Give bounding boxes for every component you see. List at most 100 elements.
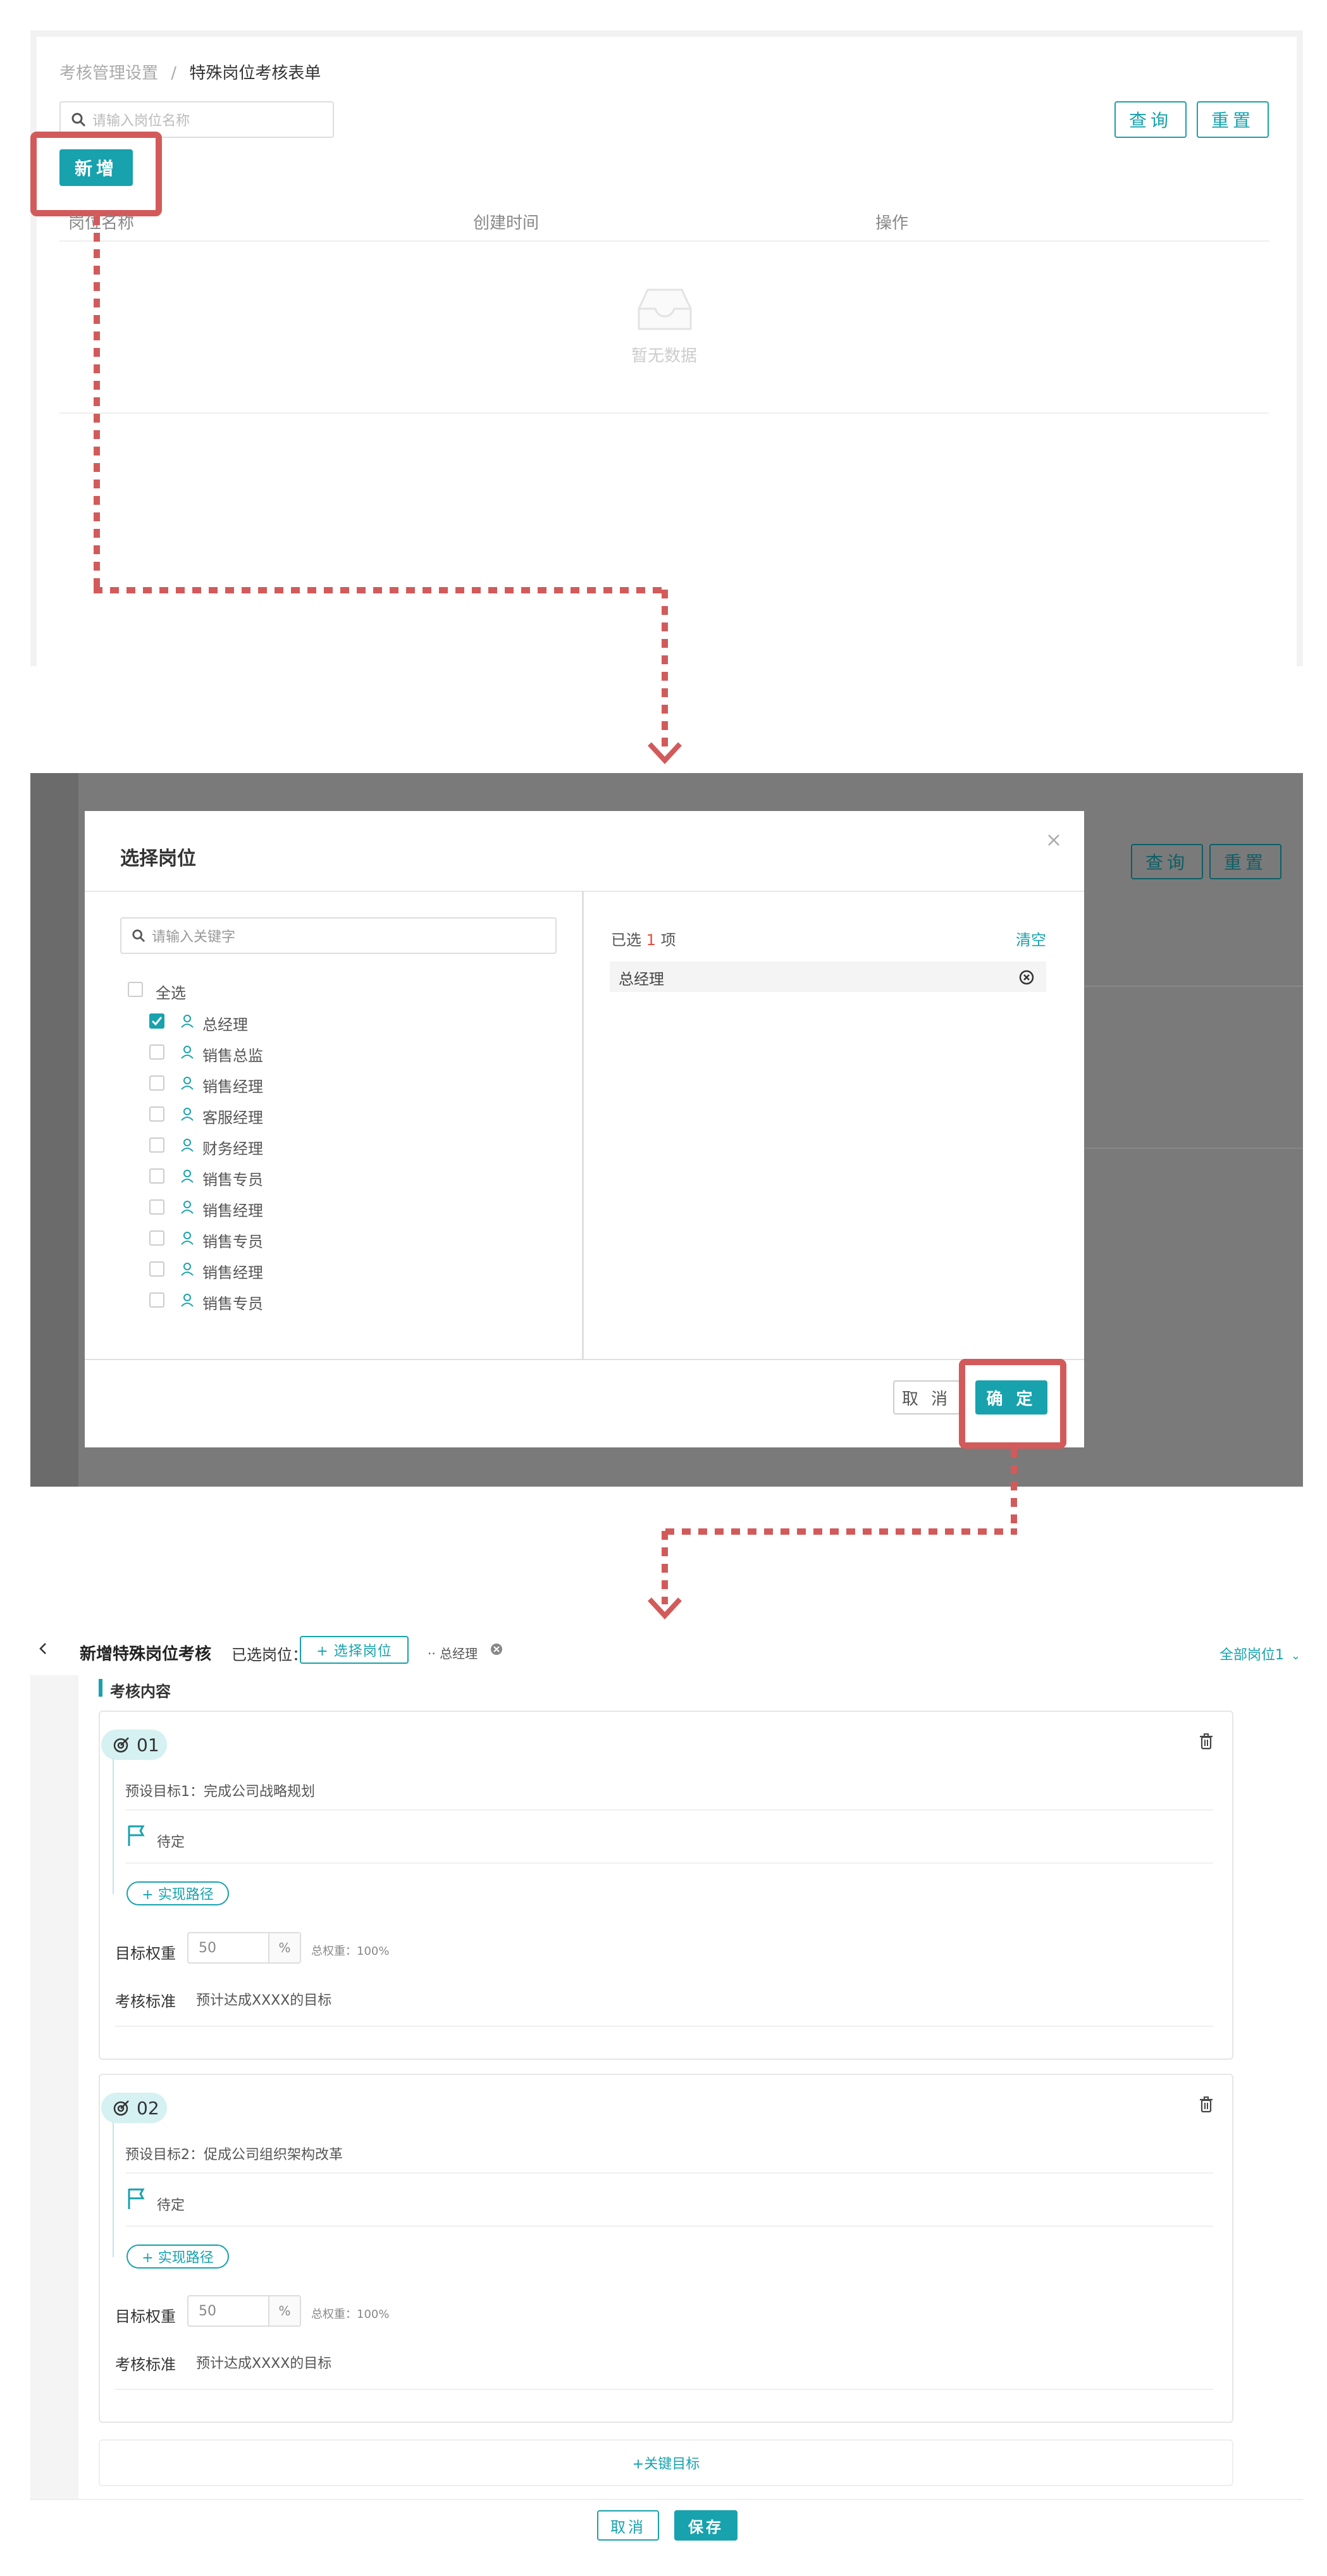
target-icon [113, 2100, 129, 2116]
modal-column-divider [582, 891, 584, 1359]
goal-divider [125, 2172, 1213, 2174]
reset-button[interactable]: 重置 [1197, 101, 1269, 138]
add-path-button[interactable]: + 实现路径 [127, 2245, 229, 2269]
select-all-label: 全选 [156, 984, 186, 1002]
goal-divider [125, 1862, 1213, 1864]
bg-sidebar [30, 773, 78, 1487]
position-checkbox[interactable] [149, 1168, 164, 1184]
position-checkbox[interactable] [149, 1137, 164, 1153]
connector-2-horizontal [665, 1528, 1017, 1535]
position-item-label[interactable]: 销售经理 [202, 1260, 263, 1282]
person-icon [180, 1106, 195, 1122]
position-checkbox[interactable] [149, 1013, 164, 1029]
clear-link[interactable]: 清空 [1016, 927, 1046, 950]
weight-label: 目标权重 [115, 1945, 176, 1962]
position-item-label[interactable]: 销售经理 [202, 1074, 263, 1096]
all-positions-dropdown[interactable]: 全部岗位1 ⌄ [1219, 1644, 1300, 1664]
position-checkbox[interactable] [149, 1044, 164, 1060]
position-item-label[interactable]: 总经理 [202, 1012, 248, 1034]
table-header: 岗位名称 创建时间 操作 [59, 204, 1269, 242]
position-item-label[interactable]: 销售专员 [202, 1291, 263, 1313]
goal-tree-line [113, 1759, 114, 1894]
person-icon [180, 1044, 195, 1060]
selected-suffix: 项 [660, 931, 676, 949]
keyword-search-input[interactable]: 请输入关键字 [120, 917, 557, 954]
connector-1-vertical [94, 216, 100, 591]
weight-input[interactable]: 50 % [187, 2295, 301, 2327]
weight-unit: % [268, 1933, 300, 1962]
position-item-label[interactable]: 销售经理 [202, 1198, 263, 1220]
total-weight: 总权重：100% [311, 2308, 390, 2321]
person-icon [180, 1168, 195, 1184]
form-title: 新增特殊岗位考核 [80, 1645, 212, 1664]
person-icon [180, 1199, 195, 1215]
goal-number-badge: 01 [101, 1730, 167, 1760]
add-path-button[interactable]: + 实现路径 [127, 1881, 229, 1905]
position-checkbox[interactable] [149, 1261, 164, 1277]
connector-2-vertical [1011, 1449, 1017, 1532]
position-checkbox[interactable] [149, 1230, 164, 1246]
selected-prefix: 已选 [611, 931, 641, 949]
delete-icon[interactable] [1199, 1733, 1213, 1750]
arrow-down-icon [648, 742, 682, 764]
highlight-confirm-box [959, 1359, 1066, 1449]
position-item-label[interactable]: 销售专员 [202, 1167, 263, 1189]
position-item-label[interactable]: 客服经理 [202, 1105, 263, 1127]
add-key-goal-button[interactable]: +关键目标 [99, 2439, 1233, 2486]
modal-cancel-button[interactable]: 取 消 [893, 1380, 960, 1415]
position-checkbox[interactable] [149, 1292, 164, 1308]
total-weight: 总权重：100% [311, 1945, 390, 1958]
position-item-label[interactable]: 财务经理 [202, 1136, 263, 1158]
weight-value: 50 [199, 1940, 216, 1956]
query-button[interactable]: 查询 [1114, 101, 1187, 138]
modal-header-divider [85, 891, 1084, 892]
breadcrumb: 考核管理设置 / 特殊岗位考核表单 [59, 60, 321, 84]
section-title: 考核内容 [110, 1683, 171, 1700]
empty-text: 暂无数据 [631, 347, 698, 366]
position-checkbox[interactable] [149, 1106, 164, 1122]
form-topbar [30, 1633, 1303, 1675]
search-icon [132, 929, 145, 943]
goal-number: 02 [137, 2097, 159, 2119]
table-bottom-divider [59, 412, 1269, 414]
col-actions: 操作 [875, 214, 909, 233]
goal-status: 待定 [157, 2198, 185, 2214]
back-arrow-icon[interactable] [35, 1641, 51, 1656]
selected-number: 1 [646, 931, 656, 949]
goal-divider [125, 2226, 1213, 2227]
breadcrumb-parent[interactable]: 考核管理设置 [59, 64, 158, 83]
select-all-checkbox[interactable] [128, 982, 143, 997]
person-icon [180, 1075, 195, 1091]
bg-query-button: 查询 [1131, 844, 1203, 879]
remove-tag-icon[interactable] [490, 1642, 503, 1656]
form-save-button[interactable]: 保存 [674, 2510, 738, 2541]
person-icon [180, 1137, 195, 1153]
breadcrumb-separator: / [171, 64, 177, 83]
weight-input[interactable]: 50 % [187, 1932, 301, 1964]
target-icon [113, 1737, 129, 1753]
selected-count: 已选 1 项 [611, 927, 676, 950]
position-checkbox[interactable] [149, 1199, 164, 1215]
close-icon[interactable] [1046, 833, 1061, 848]
standard-text: 预计达成XXXX的目标 [196, 1993, 332, 2009]
form-cancel-button[interactable]: 取消 [597, 2510, 659, 2541]
flag-icon [128, 1825, 145, 1846]
col-name: 岗位名称 [68, 214, 135, 233]
delete-icon[interactable] [1199, 2096, 1213, 2113]
modal-title: 选择岗位 [120, 848, 196, 870]
selected-item: 总经理 [610, 962, 1046, 992]
flag-icon [128, 2188, 145, 2209]
choose-position-button[interactable]: + 选择岗位 [300, 1636, 409, 1664]
goal-divider [115, 2389, 1213, 2390]
selected-positions-label: 已选岗位： [231, 1646, 307, 1664]
person-icon [180, 1261, 195, 1277]
position-checkbox[interactable] [149, 1075, 164, 1091]
standard-text: 预计达成XXXX的目标 [196, 2356, 332, 2372]
position-item-label[interactable]: 销售专员 [202, 1229, 263, 1251]
tag-dots: ·· [428, 1646, 436, 1661]
standard-label: 考核标准 [115, 2356, 176, 2374]
position-item-label[interactable]: 销售总监 [202, 1043, 263, 1065]
all-positions-label: 全部岗位1 [1219, 1647, 1284, 1663]
select-position-modal: 选择岗位 请输入关键字 全选 已选 1 项 清空 总经理 取 消 确 定 总经理… [85, 811, 1084, 1447]
remove-circle-icon[interactable] [1018, 969, 1035, 986]
